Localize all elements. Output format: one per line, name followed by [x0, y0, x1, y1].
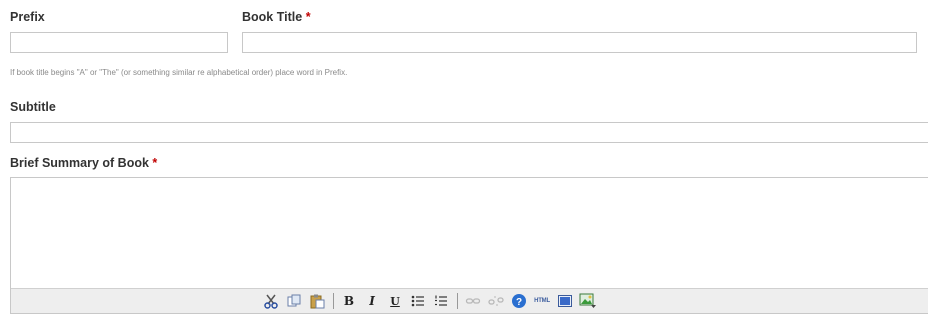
underline-button[interactable]: U [386, 292, 404, 310]
help-icon[interactable]: ? [510, 292, 528, 310]
bullet-list-icon[interactable] [409, 292, 427, 310]
required-mark: * [152, 156, 158, 170]
book-title-label: Book Title * [242, 10, 311, 24]
italic-button[interactable]: I [363, 292, 381, 310]
unlink-icon[interactable] [487, 292, 505, 310]
toolbar-separator [333, 293, 334, 309]
summary-editor[interactable]: B I U ? HTML [10, 177, 928, 314]
prefix-hint: If book title begins "A" or "The" (or so… [10, 68, 348, 77]
scissors-icon[interactable] [262, 292, 280, 310]
paste-icon[interactable] [308, 292, 326, 310]
svg-text:?: ? [516, 297, 522, 308]
copy-icon[interactable] [285, 292, 303, 310]
numbered-list-icon[interactable] [432, 292, 450, 310]
prefix-input[interactable] [10, 32, 228, 53]
html-source-button[interactable]: HTML [533, 292, 551, 310]
required-mark: * [305, 10, 311, 24]
fullscreen-icon[interactable] [556, 292, 574, 310]
summary-editor-content[interactable] [11, 178, 928, 289]
summary-label: Brief Summary of Book * [10, 156, 158, 170]
editor-toolbar: B I U ? HTML [11, 288, 928, 313]
subtitle-label: Subtitle [10, 100, 56, 114]
toolbar-separator [457, 293, 458, 309]
link-icon[interactable] [464, 292, 482, 310]
prefix-label: Prefix [10, 10, 45, 24]
image-icon[interactable] [579, 292, 597, 310]
book-title-input[interactable] [242, 32, 917, 53]
bold-button[interactable]: B [340, 292, 358, 310]
subtitle-input[interactable] [10, 122, 928, 143]
